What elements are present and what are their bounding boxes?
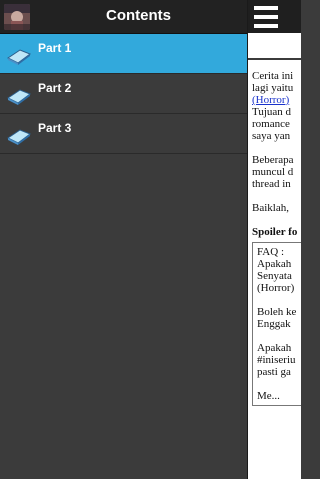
drawer-item-label: Part 2: [38, 81, 72, 95]
spoiler-line: FAQ :: [257, 246, 284, 258]
drawer-title: Contents: [106, 7, 171, 24]
spoiler-line: Boleh ke: [257, 306, 297, 318]
drawer-item-part-2[interactable]: Part 2: [0, 74, 247, 114]
drawer-header: Contents: [0, 0, 247, 34]
article-body: Cerita ini lagi yaitu (Horror) Tujuan d …: [252, 70, 301, 406]
article-line: Baiklah,: [252, 202, 289, 214]
article-line: Beberapa: [252, 154, 294, 166]
drawer-item-label: Part 1: [38, 41, 72, 55]
article-line: Cerita ini: [252, 70, 294, 82]
spoiler-line: Apakah: [257, 258, 292, 270]
spoiler-line: Senyata: [257, 270, 292, 282]
spoiler-blank: [257, 330, 301, 342]
article-paragraph: Beberapa muncul d thread in: [252, 154, 301, 190]
spoiler-line: Enggak: [257, 318, 291, 330]
menu-line: [254, 6, 278, 10]
book-icon: [6, 44, 32, 66]
article-line: muncul d: [252, 166, 294, 178]
drawer-item-part-1[interactable]: Part 1: [0, 34, 247, 74]
article-paragraph: Baiklah,: [252, 202, 301, 214]
menu-line: [254, 24, 278, 28]
navigation-drawer: Contents Part 1 Part 2 Part 3: [0, 0, 247, 479]
spoiler-blank: [257, 378, 301, 390]
article-paragraph: Cerita ini lagi yaitu (Horror) Tujuan d …: [252, 70, 301, 142]
spoiler-line: Apakah: [257, 342, 292, 354]
spoiler-label[interactable]: Spoiler fo: [252, 226, 301, 238]
hamburger-menu-icon[interactable]: [254, 6, 278, 28]
top-app-bar: [248, 0, 301, 33]
main-content: Cerita ini lagi yaitu (Horror) Tujuan d …: [247, 0, 301, 479]
drawer-item-label: Part 3: [38, 121, 72, 135]
spoiler-blank: [257, 294, 301, 306]
book-cover-thumbnail[interactable]: [4, 4, 30, 30]
article-line: lagi yaitu: [252, 82, 294, 94]
spoiler-line: pasti ga: [257, 366, 291, 378]
drawer-item-part-3[interactable]: Part 3: [0, 114, 247, 154]
spoiler-box: FAQ : Apakah Senyata (Horror) Boleh ke E…: [252, 242, 301, 406]
menu-line: [254, 15, 278, 19]
horror-link[interactable]: (Horror): [252, 94, 301, 106]
article-line: saya yan: [252, 130, 291, 142]
spoiler-line: Me...: [257, 390, 280, 402]
drawer-list: Part 1 Part 2 Part 3: [0, 34, 247, 154]
spoiler-line: #iniseriu: [257, 354, 296, 366]
book-icon: [6, 84, 32, 106]
page-title-strip: [248, 33, 301, 60]
article-line: romance: [252, 118, 290, 130]
article-line: thread in: [252, 178, 291, 190]
article-line: Tujuan d: [252, 106, 292, 118]
book-icon: [6, 124, 32, 146]
spoiler-line: (Horror): [257, 282, 295, 294]
